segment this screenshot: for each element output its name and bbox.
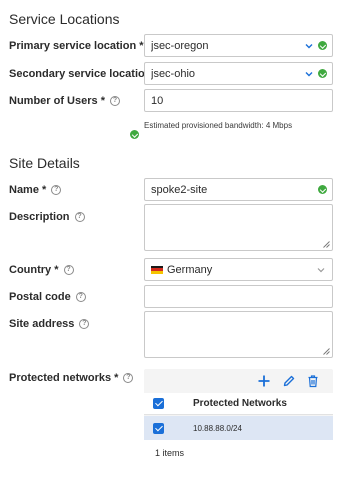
check-circle-icon (318, 185, 327, 194)
protected-networks-table: Protected Networks 10.88.88.0/24 1 items (144, 369, 333, 466)
users-input[interactable]: 10 (144, 89, 333, 112)
primary-location-value: jsec-oregon (151, 39, 209, 52)
site-address-label: Site address ? (9, 318, 90, 330)
description-label-text: Description (9, 211, 70, 223)
country-label-text: Country * (9, 264, 59, 276)
name-value: spoke2-site (151, 183, 208, 196)
users-label: Number of Users * ? (9, 95, 120, 107)
check-circle-icon (318, 69, 327, 78)
help-icon[interactable]: ? (75, 292, 86, 302)
check-circle-icon (130, 130, 139, 139)
chevron-down-icon[interactable] (304, 69, 314, 79)
edit-icon[interactable] (282, 374, 296, 388)
protected-networks-toolbar (144, 369, 333, 393)
country-label: Country * ? (9, 264, 74, 276)
postal-code-label: Postal code ? (9, 291, 86, 303)
help-icon[interactable]: ? (51, 185, 62, 195)
protected-networks-footer: 1 items (144, 440, 333, 466)
section-title-service-locations: Service Locations (9, 11, 120, 27)
row-checkbox[interactable] (153, 422, 164, 434)
network-cell: 10.88.88.0/24 (193, 423, 242, 433)
resize-handle-icon[interactable] (323, 241, 330, 248)
primary-location-label-text: Primary service location * (9, 40, 144, 52)
users-label-text: Number of Users * (9, 95, 105, 107)
postal-code-label-text: Postal code (9, 291, 71, 303)
section-title-site-details: Site Details (9, 155, 80, 171)
primary-location-select[interactable]: jsec-oregon (144, 34, 333, 57)
chevron-down-icon[interactable] (304, 41, 314, 51)
flag-germany-icon (151, 265, 163, 274)
protected-networks-column-header: Protected Networks (193, 398, 287, 409)
protected-networks-header-row: Protected Networks (144, 393, 333, 415)
help-icon[interactable]: ? (79, 319, 90, 329)
check-circle-icon (318, 41, 327, 50)
add-icon[interactable] (257, 374, 271, 388)
secondary-location-value: jsec-ohio (151, 67, 196, 80)
name-input[interactable]: spoke2-site (144, 178, 333, 201)
primary-location-label: Primary service location * ? (9, 40, 159, 52)
secondary-location-label-text: Secondary service locatio... (9, 68, 154, 80)
protected-networks-label-text: Protected networks * (9, 372, 119, 384)
bandwidth-note: Estimated provisioned bandwidth: 4 Mbps (144, 121, 293, 130)
table-row[interactable]: 10.88.88.0/24 (144, 416, 333, 440)
description-textarea[interactable] (144, 204, 333, 251)
users-value: 10 (151, 94, 164, 107)
help-icon[interactable]: ? (74, 212, 85, 222)
protected-networks-label: Protected networks * ? (9, 372, 134, 384)
description-label: Description ? (9, 211, 85, 223)
site-address-textarea[interactable] (144, 311, 333, 358)
resize-handle-icon[interactable] (323, 348, 330, 355)
secondary-location-select[interactable]: jsec-ohio (144, 62, 333, 85)
name-label-text: Name * (9, 184, 47, 196)
help-icon[interactable]: ? (109, 96, 120, 106)
name-label: Name * ? (9, 184, 62, 196)
help-icon[interactable]: ? (63, 265, 74, 275)
delete-icon[interactable] (306, 374, 320, 388)
site-address-label-text: Site address (9, 318, 75, 330)
country-select[interactable]: Germany (144, 258, 333, 281)
postal-code-input[interactable] (144, 285, 333, 308)
select-all-checkbox[interactable] (153, 398, 164, 409)
help-icon[interactable]: ? (123, 373, 134, 383)
country-value: Germany (167, 263, 213, 276)
chevron-down-icon[interactable] (316, 265, 326, 275)
